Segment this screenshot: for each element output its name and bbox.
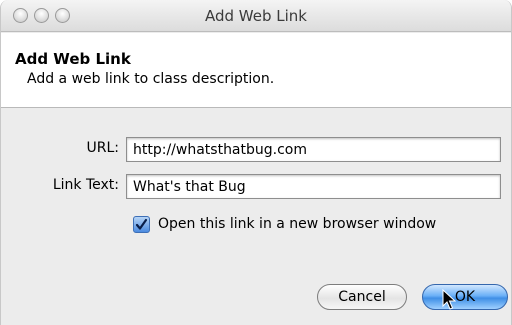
new-window-checkbox[interactable] (133, 216, 150, 233)
dialog-window: Add Web Link Add Web Link Add a web link… (0, 0, 512, 325)
url-label: URL: (86, 140, 120, 156)
checkmark-icon (135, 218, 148, 230)
dialog-header: Add Web Link Add a web link to class des… (1, 33, 511, 108)
title-bar[interactable]: Add Web Link (1, 0, 511, 32)
link-text-field[interactable] (126, 174, 501, 199)
mouse-cursor-icon (442, 289, 456, 310)
header-title: Add Web Link (15, 50, 131, 68)
cancel-button[interactable]: Cancel (317, 284, 407, 310)
url-field[interactable] (126, 137, 501, 162)
link-text-label: Link Text: (52, 177, 119, 193)
new-window-checkbox-label[interactable]: Open this link in a new browser window (158, 216, 436, 232)
window-title: Add Web Link (205, 7, 307, 25)
ok-button[interactable]: OK (422, 284, 508, 310)
header-subtitle: Add a web link to class description. (27, 71, 275, 87)
